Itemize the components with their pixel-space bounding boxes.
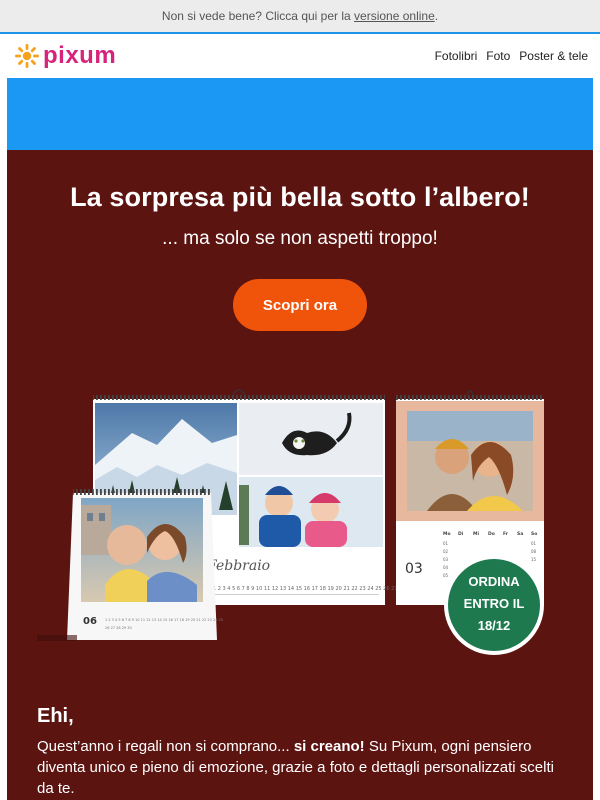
weekday-fr: Fr xyxy=(503,531,509,537)
blue-banner xyxy=(7,78,593,150)
order-deadline-badge: ORDINA ENTRO IL 18/12 xyxy=(444,555,544,655)
calendar-products-image[interactable]: Febbraio 1 2 3 4 5 6 7 8 9 10 11 12 13 1… xyxy=(7,385,593,660)
svg-text:08: 08 xyxy=(531,549,537,554)
badge-line-3: 18/12 xyxy=(478,618,511,633)
weekday-sa: Sa xyxy=(517,531,523,537)
intro-text-start: Quest’anno i regali non si comprano... xyxy=(37,738,294,755)
site-header: pixum Fotolibri Foto Poster & tele xyxy=(0,34,600,78)
nav-poster-tele[interactable]: Poster & tele xyxy=(519,49,588,63)
portrait-calendar-month: 03 xyxy=(405,561,423,577)
preheader-period: . xyxy=(434,9,439,23)
greeting-heading: Ehi, xyxy=(37,705,74,727)
pixum-logo[interactable]: pixum xyxy=(14,42,116,70)
weekday-mi: Mi xyxy=(473,531,479,537)
svg-text:01: 01 xyxy=(443,541,449,546)
intro-paragraph: Quest’anno i regali non si comprano... s… xyxy=(37,736,567,799)
badge-line-1: ORDINA xyxy=(468,574,520,589)
svg-text:05: 05 xyxy=(443,573,449,578)
nav-fotolibri[interactable]: Fotolibri xyxy=(435,49,478,63)
weekday-do: Do xyxy=(488,531,495,537)
nav-foto[interactable]: Foto xyxy=(486,49,510,63)
desk-calendar-month: 06 xyxy=(83,616,97,627)
sun-logo-icon xyxy=(15,44,39,68)
hero-subtitle: ... ma solo se non aspetti troppo! xyxy=(162,228,438,249)
weekday-so: So xyxy=(531,531,537,537)
preheader-text: Non si vede bene? Clicca qui per la xyxy=(161,9,355,23)
svg-text:15: 15 xyxy=(531,557,537,562)
svg-text:1 2 3 4 5 6 7 8 9 10 11 12 13: 1 2 3 4 5 6 7 8 9 10 11 12 13 14 15 16 1… xyxy=(105,618,223,622)
preheader-bar: Non si vede bene? Clicca qui per la vers… xyxy=(0,0,600,34)
intro-text-bold: si creano! xyxy=(293,738,365,755)
wall-calendar-month: Febbraio xyxy=(206,558,270,574)
hero-section: La sorpresa più bella sotto l’albero! ..… xyxy=(7,150,593,800)
badge-line-2: ENTRO IL xyxy=(464,596,525,611)
svg-text:02: 02 xyxy=(443,549,449,554)
online-version-link[interactable]: versione online xyxy=(354,9,435,23)
weekday-mo: Mo xyxy=(443,531,451,537)
svg-text:03: 03 xyxy=(443,557,449,562)
hero-title: La sorpresa più bella sotto l’albero! xyxy=(70,182,530,212)
weekday-di: Di xyxy=(458,531,464,537)
discover-now-button[interactable]: Scopri ora xyxy=(233,279,367,331)
main-nav: Fotolibri Foto Poster & tele xyxy=(435,49,588,63)
svg-text:01: 01 xyxy=(531,541,537,546)
svg-text:26 27 28 29 30: 26 27 28 29 30 xyxy=(105,626,132,630)
svg-text:1 2 3 4 5 6 7 8 9 10 11 12 13: 1 2 3 4 5 6 7 8 9 10 11 12 13 14 15 16 1… xyxy=(213,586,405,592)
svg-text:04: 04 xyxy=(443,565,449,570)
logo-wordmark: pixum xyxy=(43,42,117,69)
desk-calendar: 06 1 2 3 4 5 6 7 8 9 10 11 12 13 14 15 1… xyxy=(37,489,223,641)
